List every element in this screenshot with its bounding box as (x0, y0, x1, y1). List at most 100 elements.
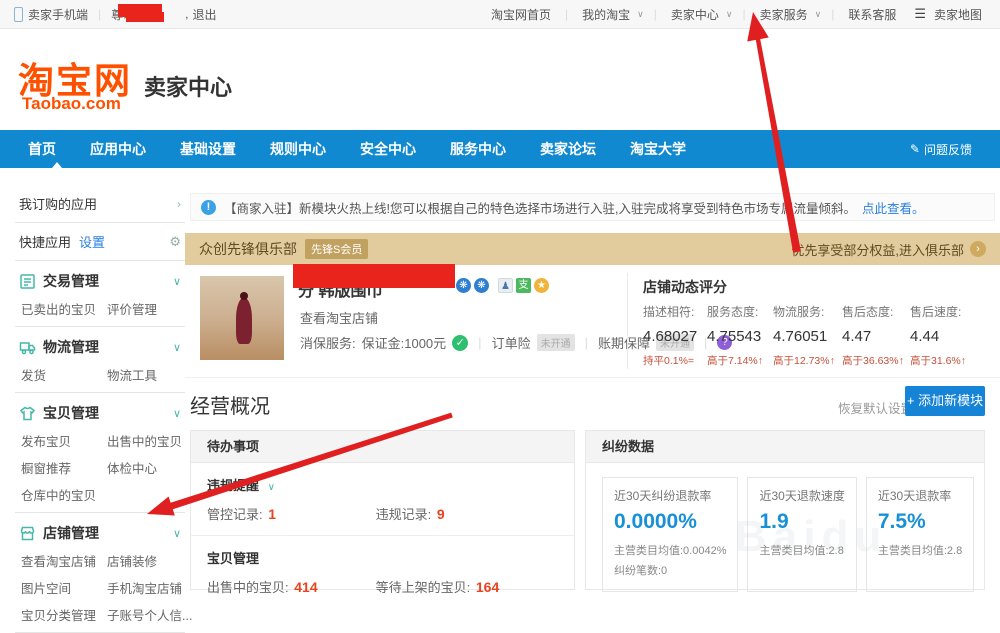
taobao-home-link[interactable]: 淘宝网首页 (491, 6, 551, 23)
group-header-trade[interactable]: 交易管理 ∨ (19, 271, 181, 291)
dsr-label: 服务态度: (707, 303, 771, 320)
view-shop-link[interactable]: 查看淘宝店铺 (300, 308, 378, 327)
sidebar-link-sold-items[interactable]: 已卖出的宝贝 (21, 299, 105, 318)
dsr-label: 描述相符: (643, 303, 707, 320)
nav-taobao-university[interactable]: 淘宝大学 (630, 139, 686, 159)
sidebar-link-item-category-mgmt[interactable]: 宝贝分类管理 (21, 605, 105, 624)
violation-section-title[interactable]: 违规提醒 ∨ (207, 475, 558, 494)
group-title: 店铺管理 (43, 523, 99, 543)
card-label: 近30天退款率 (878, 487, 962, 504)
sidebar-link-shop-decorate[interactable]: 店铺装修 (107, 551, 192, 570)
my-taobao-link[interactable]: 我的淘宝 (582, 6, 630, 23)
seller-center-link[interactable]: 卖家中心 (671, 6, 719, 23)
settings-link[interactable]: 设置 (79, 232, 105, 251)
sidebar-link-image-space[interactable]: 图片空间 (21, 578, 105, 597)
divider (627, 273, 628, 369)
announcement-link[interactable]: 点此查看。 (862, 198, 925, 217)
dispute-panel-header: 纠纷数据 (586, 431, 984, 463)
nav-security-center[interactable]: 安全中心 (360, 139, 416, 159)
hamburger-menu-icon: ☰ (914, 6, 926, 22)
sidebar-link-publish-item[interactable]: 发布宝贝 (21, 431, 105, 450)
arrow-right-circle-icon: › (970, 241, 986, 257)
feedback-button[interactable]: ✎ 问题反馈 (910, 141, 972, 158)
dsr-value: 4.76051 (773, 328, 837, 345)
medal-icon: ★ (534, 278, 549, 293)
stat-violation-records[interactable]: 违规记录: 9 (376, 504, 541, 523)
club-enter-label: 优先享受部分权益,进入俱乐部 (791, 240, 964, 259)
group-header-logistics[interactable]: 物流管理 ∨ (19, 337, 181, 357)
sidebar-link-ship[interactable]: 发货 (21, 365, 105, 384)
ordered-apps-label: 我订购的应用 (19, 194, 97, 213)
dispute-panel: 纠纷数据 近30天纠纷退款率 0.0000% 主营类目均值:0.0042% 纠纷… (585, 430, 985, 590)
add-module-button[interactable]: + 添加新模块 (905, 386, 985, 416)
divider: | (565, 7, 568, 21)
chevron-down-icon[interactable]: ∨ (173, 527, 181, 540)
chevron-down-icon[interactable]: ∨ (173, 341, 181, 354)
chevron-down-icon[interactable]: ∨ (173, 407, 181, 420)
sidebar: 我订购的应用 › 快捷应用 设置 ⚙ 交易管理 ∨ 已卖出的宝贝 评价管理 物流… (15, 185, 185, 633)
insurance-label: 消保服务: (300, 333, 356, 352)
nav-app-center[interactable]: 应用中心 (90, 139, 146, 159)
stat-control-records[interactable]: 管控记录: 1 (207, 504, 372, 523)
group-title: 交易管理 (43, 271, 99, 291)
nav-service-center[interactable]: 服务中心 (450, 139, 506, 159)
order-insurance-label: 订单险 (492, 333, 531, 352)
card-value: 0.0000% (614, 510, 726, 534)
dispute-card-refund-pct: 近30天退款率 7.5% 主营类目均值:2.8 (866, 477, 974, 592)
divider (191, 535, 574, 536)
stat-items-waiting[interactable]: 等待上架的宝贝: 164 (376, 577, 541, 596)
nav-basic-settings[interactable]: 基础设置 (180, 139, 236, 159)
stat-label: 等待上架的宝贝: (376, 580, 471, 595)
stat-label: 管控记录: (207, 507, 263, 522)
member-badge: 先锋S会员 (305, 239, 368, 259)
dsr-value: 4.44 (910, 328, 974, 345)
chevron-down-icon[interactable]: ∨ (173, 275, 181, 288)
sidebar-link-window-recommend[interactable]: 橱窗推荐 (21, 458, 105, 477)
nav-seller-forum[interactable]: 卖家论坛 (540, 139, 596, 159)
club-name: 众创先锋俱乐部 (199, 239, 297, 259)
contact-support-link[interactable]: 联系客服 (848, 6, 896, 23)
avatar-figure (236, 298, 252, 344)
trade-icon (19, 273, 36, 290)
check-circle-icon: ✓ (452, 335, 468, 351)
logout-link[interactable]: 退出 (193, 6, 217, 23)
sidebar-item-ordered-apps[interactable]: 我订购的应用 › (15, 185, 185, 222)
divider: | (585, 335, 588, 350)
card-sub: 纠纷笔数:0 (614, 562, 726, 582)
announcement-bar: ! 【商家入驻】新模块火热上线!您可以根据自己的特色选择市场进行入驻,入驻完成将… (190, 193, 995, 221)
seller-service-link[interactable]: 卖家服务 (760, 6, 808, 23)
reset-default-link[interactable]: 恢复默认设置 (838, 398, 913, 417)
stat-value: 1 (268, 506, 276, 522)
divider: | (98, 7, 101, 21)
nav-home[interactable]: 首页 (28, 139, 56, 159)
sidebar-link-review-mgmt[interactable]: 评价管理 (107, 299, 181, 318)
gear-icon[interactable]: ⚙ (169, 234, 181, 250)
sidebar-link-subaccount[interactable]: 子账号个人信... (107, 605, 192, 624)
sidebar-link-warehouse-items[interactable]: 仓库中的宝贝 (21, 485, 105, 504)
dsr-value: 4.75543 (707, 328, 771, 345)
sidebar-link-logistics-tools[interactable]: 物流工具 (107, 365, 181, 384)
stat-label: 出售中的宝贝: (207, 580, 289, 595)
dsr-value: 4.68027 (643, 328, 707, 345)
sidebar-link-mobile-shop[interactable]: 手机淘宝店铺 (107, 578, 192, 597)
section-title-label: 宝贝管理 (207, 551, 259, 566)
nav-rules-center[interactable]: 规则中心 (270, 139, 326, 159)
group-header-items[interactable]: 宝贝管理 ∨ (19, 403, 181, 423)
dsr-compare: 高于36.63%↑ (842, 353, 906, 368)
sidebar-group-items: 宝贝管理 ∨ 发布宝贝 出售中的宝贝 橱窗推荐 体检中心 仓库中的宝贝 (15, 393, 185, 512)
shop-avatar[interactable] (200, 276, 284, 360)
divider: | (831, 7, 834, 21)
sidebar-link-view-shop[interactable]: 查看淘宝店铺 (21, 551, 105, 570)
stat-items-on-sale[interactable]: 出售中的宝贝: 414 (207, 577, 372, 596)
sidebar-link-items-on-sale[interactable]: 出售中的宝贝 (107, 431, 182, 450)
seller-mobile-link[interactable]: 卖家手机端 (28, 6, 88, 23)
seller-map-link[interactable]: 卖家地图 (934, 6, 982, 23)
sidebar-item-quick-apps: 快捷应用 设置 ⚙ (15, 223, 185, 260)
club-enter-link[interactable]: 优先享受部分权益,进入俱乐部 › (791, 240, 986, 259)
card-label: 近30天退款速度 (759, 487, 844, 504)
stat-value: 9 (437, 506, 445, 522)
feedback-label: 问题反馈 (924, 141, 972, 158)
sidebar-link-checkup-center[interactable]: 体检中心 (107, 458, 182, 477)
divider: | (654, 7, 657, 21)
group-header-shop[interactable]: 店铺管理 ∨ (19, 523, 181, 543)
